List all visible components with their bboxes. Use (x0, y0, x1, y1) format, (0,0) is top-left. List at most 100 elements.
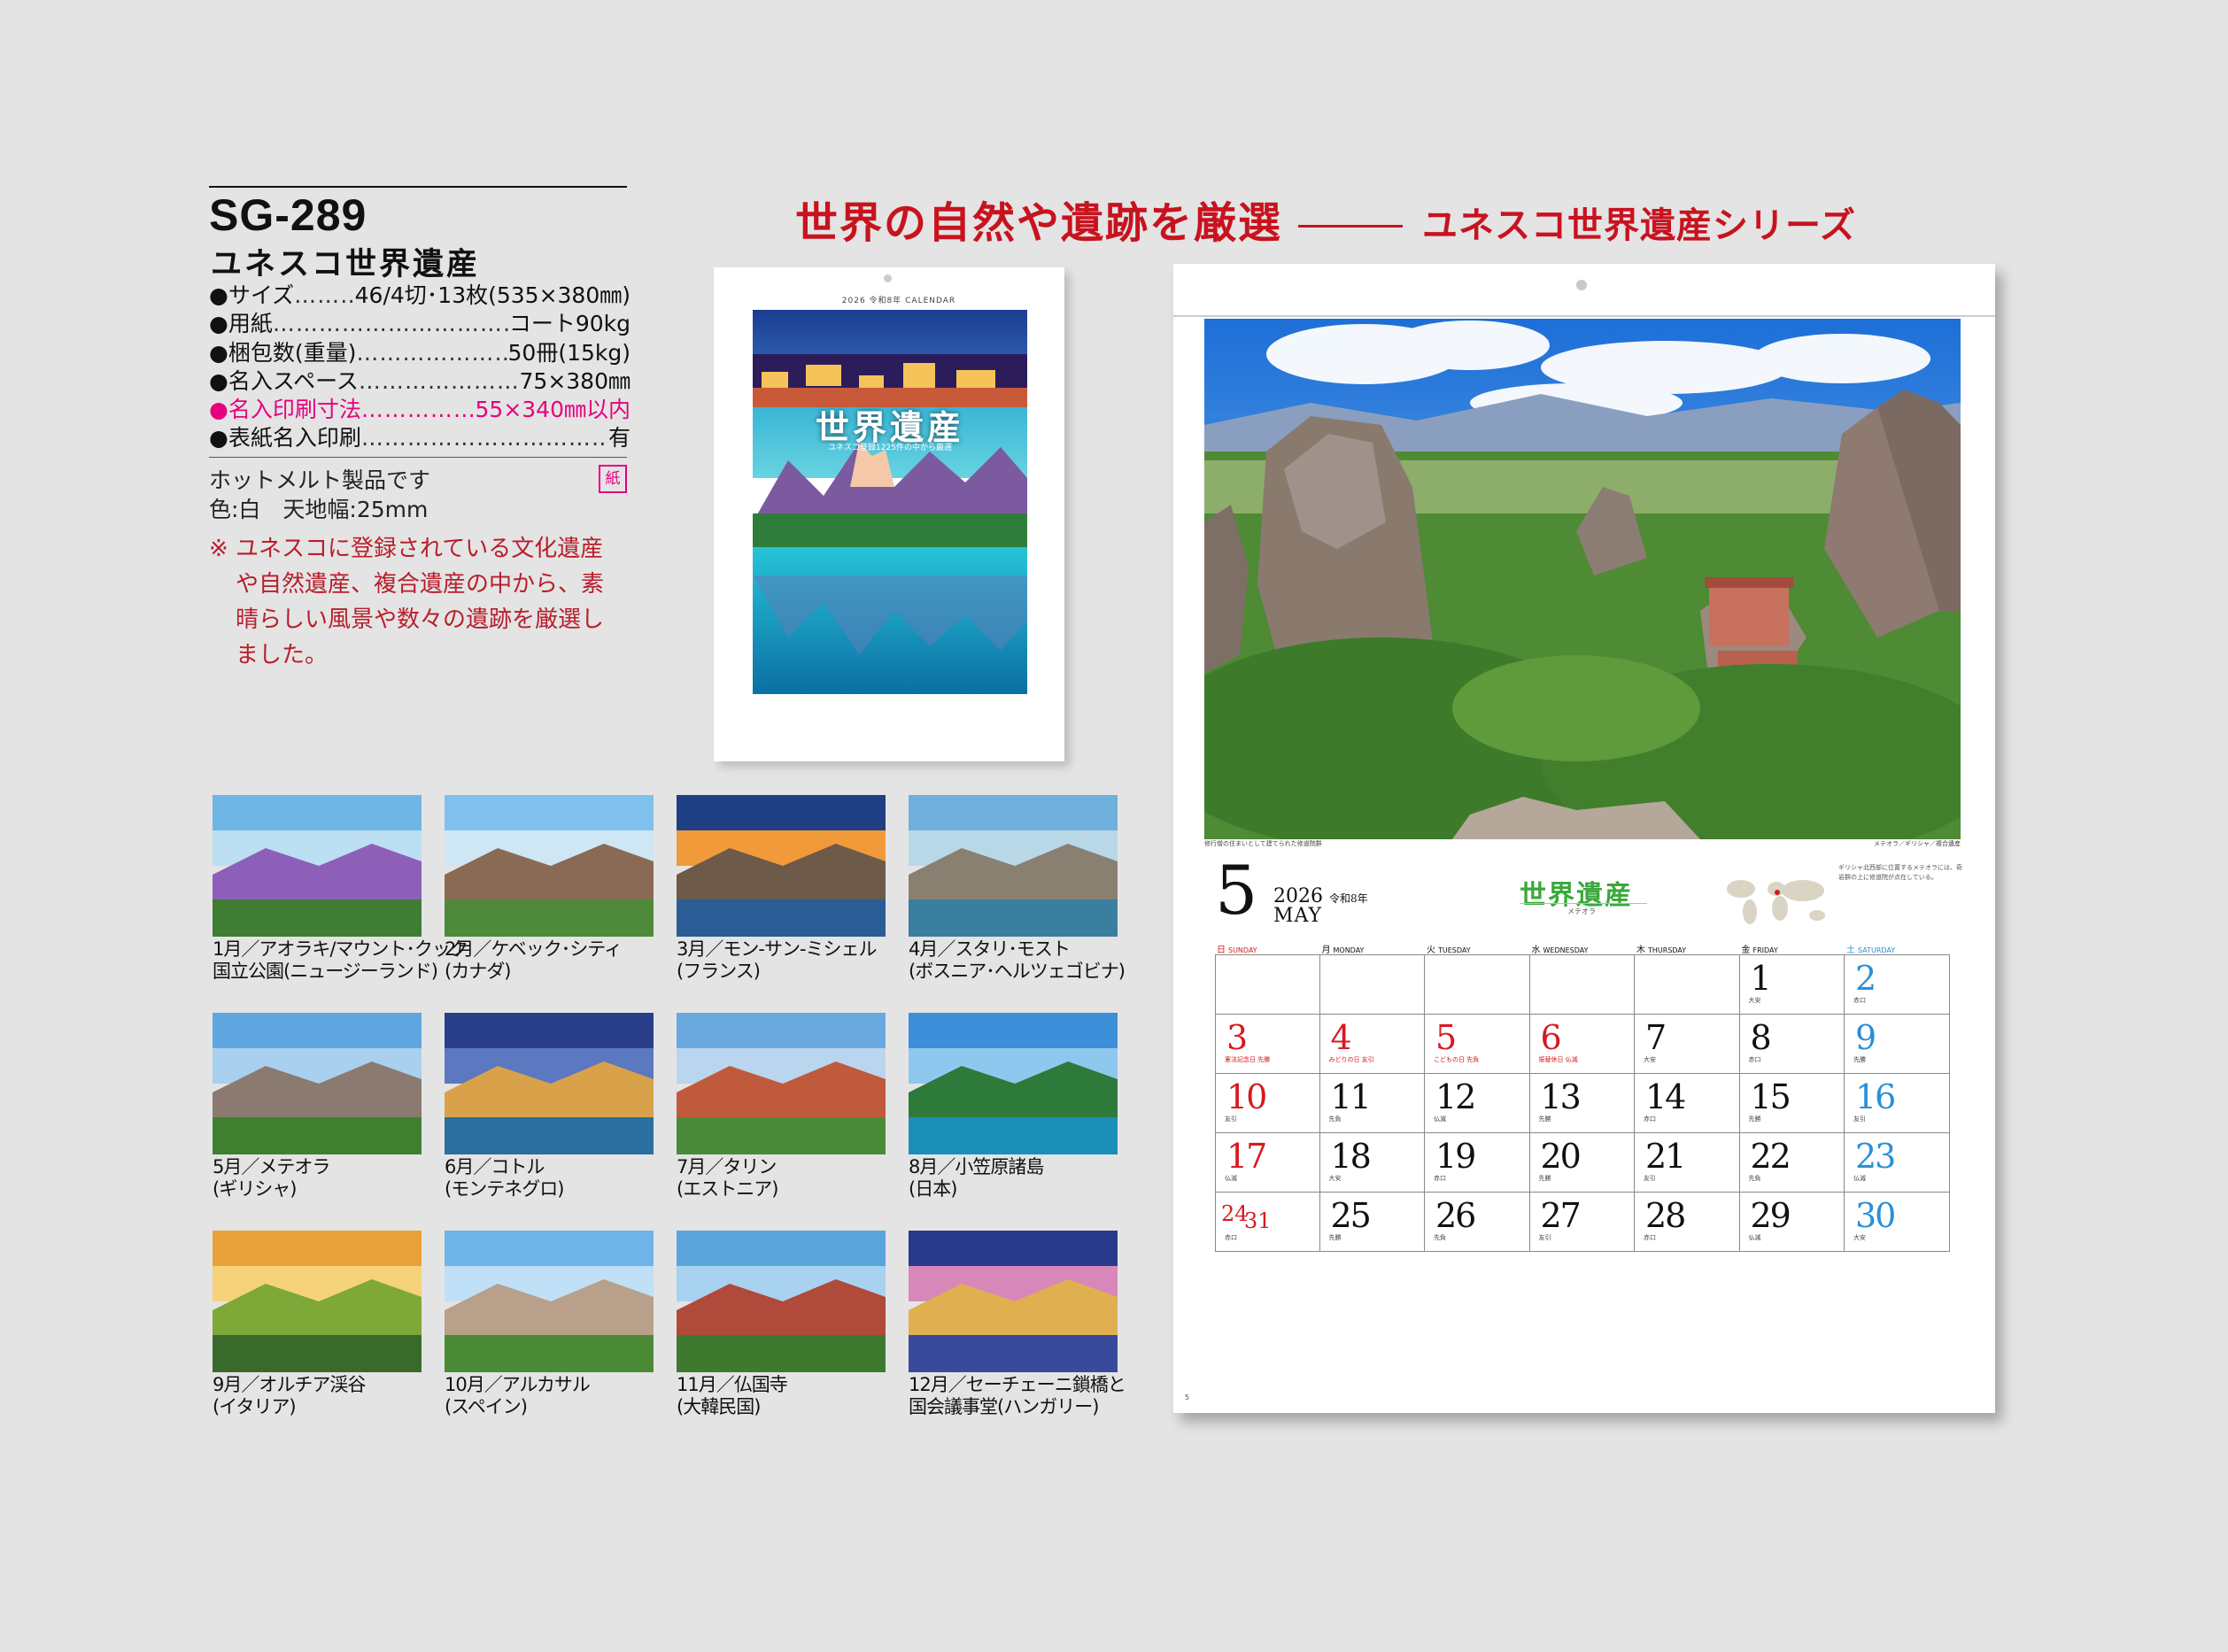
week-row: 10 友引 11 先負 12 仏滅 13 先勝 14 赤口 15 先勝 16 友引 (1215, 1074, 1950, 1133)
leader-dots: ……………………………………………………………………………… (272, 311, 509, 337)
day-cell: 12 仏滅 (1425, 1074, 1530, 1132)
weekday-en: THURSDAY (1648, 946, 1687, 954)
month-caption: 7月／タリン (エストニア) (677, 1156, 907, 1200)
day-note: 仏滅 (1434, 1115, 1446, 1123)
headline-dash (1298, 225, 1404, 228)
day-number: 2 (1855, 959, 1876, 998)
cover-subtitle: ユネスコ登録1225件の中から厳選 (828, 444, 952, 452)
month-thumbnail (445, 795, 654, 937)
photo-caption-left: 修行僧の住まいとして建てられた修道院群 (1204, 840, 1322, 847)
weekday-label: 月 MONDAY (1320, 942, 1426, 955)
month-thumbnail (909, 795, 1118, 937)
day-number: 16 (1855, 1077, 1896, 1116)
day-number: 4 (1330, 1018, 1352, 1057)
weekday-kanji: 金 (1741, 946, 1751, 955)
photo-caption: 修行僧の住まいとして建てられた修道院群 メテオラ／ギリシャ／複合遺産 (1204, 839, 1961, 848)
caption-line-2: 国立公園(ニュージーランド) (213, 961, 438, 982)
day-number: 9 (1855, 1018, 1876, 1057)
month-caption: 2月／ケベック･シティ (カナダ) (445, 938, 675, 983)
day-note: 大安 (1644, 1056, 1656, 1063)
day-cell: 5 こどもの日 先負 (1425, 1015, 1530, 1073)
day-number: 5 (1435, 1018, 1457, 1057)
week-row: 24 31 赤口 25 先勝 26 先負 27 友引 28 赤口 29 仏滅 30 大安 (1215, 1193, 1950, 1252)
day-note: 先負 (1328, 1115, 1342, 1123)
spec-row: ●梱包数(重量)………………………………………………………………………………50… (209, 339, 630, 367)
day-note: 大安 (1748, 997, 1761, 1004)
caption-line-2: (フランス) (677, 961, 761, 982)
spec-separator (209, 457, 627, 458)
day-cell: 19 赤口 (1425, 1133, 1530, 1192)
month-thumbnail (445, 1231, 654, 1372)
weekday-label: 日 SUNDAY (1215, 942, 1320, 955)
day-number: 3 (1226, 1018, 1248, 1057)
product-description: ※ ユネスコに登録されている文化遺産 や自然遺産、複合遺産の中から、素 晴らしい… (209, 531, 634, 673)
day-number: 18 (1330, 1137, 1372, 1176)
spec-row: ●名入スペース………………………………………………………………………………75×… (209, 367, 630, 396)
caption-line-1: 6月／コトル (445, 1156, 545, 1177)
day-note: みどりの日 友引 (1328, 1056, 1374, 1063)
description-line: ました。 (236, 642, 329, 668)
day-cell: 8 赤口 (1740, 1015, 1845, 1073)
spec-label: ●名入印刷寸法 (209, 397, 361, 423)
product-code: SG-289 (209, 190, 367, 240)
day-cell (1635, 955, 1740, 1014)
weekday-label: 金 FRIDAY (1740, 942, 1845, 955)
month-caption: 10月／アルカサル (スペイン) (445, 1374, 675, 1418)
day-note: 先勝 (1538, 1175, 1551, 1182)
month-caption: 5月／メテオラ (ギリシャ) (213, 1156, 443, 1200)
day-cell: 22 先負 (1740, 1133, 1845, 1192)
leader-dots: ……………………………………………………………………………… (356, 339, 508, 366)
spec-value: 75×380㎜ (519, 367, 630, 394)
day-note: 先勝 (1328, 1234, 1342, 1241)
day-note: 赤口 (1644, 1234, 1656, 1241)
caption-line-2: (モンテネグロ) (445, 1178, 564, 1200)
month-caption: 11月／仏国寺 (大韓民国) (677, 1374, 907, 1418)
caption-line-2: (エストニア) (677, 1178, 778, 1200)
day-number: 10 (1226, 1077, 1267, 1116)
product-note: ホットメルト製品です 色:白 天地幅:25mm (209, 466, 430, 524)
spec-label: ●梱包数(重量) (209, 339, 357, 366)
day-cell: 10 友引 (1215, 1074, 1320, 1132)
spec-label: ●表紙名入印刷 (209, 425, 361, 452)
month-thumbnail (909, 1013, 1118, 1154)
day-cell: 6 振替休日 仏滅 (1530, 1015, 1635, 1073)
day-cell: 9 先勝 (1845, 1015, 1950, 1073)
day-cell: 15 先勝 (1740, 1074, 1845, 1132)
weekday-label: 水 WEDNESDAY (1530, 942, 1636, 955)
caption-line-1: 4月／スタリ･モスト (909, 938, 1071, 960)
day-cell: 18 大安 (1320, 1133, 1425, 1192)
day-cell: 13 先勝 (1530, 1074, 1635, 1132)
month-caption: 6月／コトル (モンテネグロ) (445, 1156, 675, 1200)
day-cell: 3 憲法記念日 先勝 (1215, 1015, 1320, 1073)
day-cell: 23 仏滅 (1845, 1133, 1950, 1192)
weekday-kanji: 火 (1427, 946, 1435, 955)
cover-topline: 2026 令和8年 CALENDAR (841, 297, 956, 305)
day-note: 友引 (1644, 1175, 1656, 1182)
day-number: 1 (1750, 959, 1772, 998)
day-number: 23 (1855, 1137, 1896, 1176)
weekday-label: 木 THURSDAY (1635, 942, 1740, 955)
series-logo-sub: メテオラ (1567, 907, 1596, 915)
day-cell: 11 先負 (1320, 1074, 1425, 1132)
month-caption: 1月／アオラキ/マウント･クック 国立公園(ニュージーランド) (213, 938, 468, 983)
day-number: 20 (1540, 1137, 1582, 1176)
description-line: や自然遺産、複合遺産の中から、素 (236, 571, 605, 598)
leader-dots: ……………………………………………………………………………… (294, 282, 355, 308)
spec-row: ●表紙名入印刷………………………………………………………………………………有 (209, 424, 630, 452)
day-number: 21 (1645, 1137, 1686, 1176)
spec-value: 有 (607, 425, 630, 452)
caption-line-2: (大韓民国) (677, 1396, 761, 1417)
hanger-hole (884, 274, 892, 282)
logo-underline (1520, 903, 1647, 904)
day-note: 友引 (1853, 1115, 1866, 1123)
weekday-kanji: 水 (1531, 946, 1541, 955)
weekday-en: SATURDAY (1858, 946, 1896, 954)
day-note: 赤口 (1225, 1234, 1237, 1241)
month-number: 5 (1215, 851, 1258, 930)
info-blurb: ギリシャ北西部に位置するメテオラには、奇岩群の上に修道院が点在している。 (1838, 864, 1962, 881)
headline-main: 世界の自然や遺跡を厳選 (795, 198, 1283, 248)
weekday-kanji: 土 (1846, 946, 1855, 955)
month-thumbnail (677, 1013, 886, 1154)
day-note: 赤口 (1748, 1056, 1761, 1063)
description-line: ※ ユネスコに登録されている文化遺産 (209, 536, 604, 562)
